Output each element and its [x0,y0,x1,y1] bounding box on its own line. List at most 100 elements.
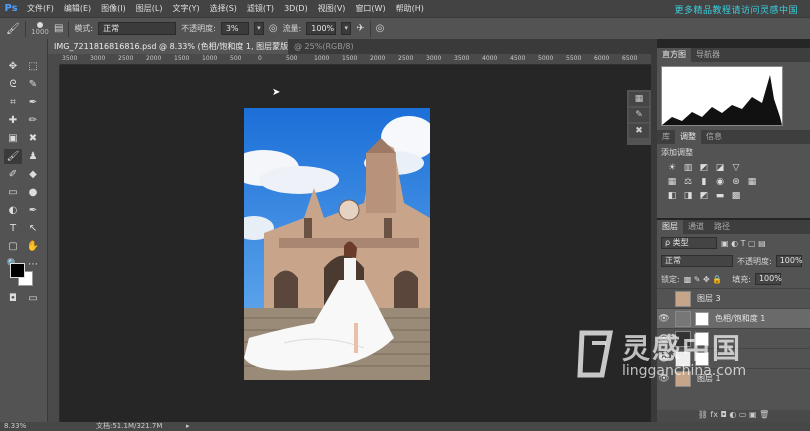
tab-channels[interactable]: 通道 [683,220,709,234]
dodge-tool-icon[interactable]: ◐ [4,203,22,218]
channel-mixer-icon[interactable]: ⊛ [731,177,741,187]
brush-panel-icon[interactable]: ▤ [54,23,63,34]
layer-mask-thumbnail[interactable] [695,311,709,326]
brush-tool-icon[interactable]: 🖌 [6,22,20,35]
vibrance-icon[interactable]: ▽ [731,163,741,173]
tab-navigator[interactable]: 导航器 [691,48,725,62]
move-tool-icon[interactable]: ✥ [4,59,22,74]
blend-mode-select[interactable]: 正常 [661,255,733,267]
zoom-level[interactable]: 8.33% [4,422,26,431]
screen-mode-icon[interactable]: ▭ [24,291,42,306]
adjust-row-1: ☀ ▥ ◩ ◪ ▽ [657,161,810,175]
ruler-tick: 2000 [370,55,386,62]
gradient-map-icon[interactable]: ▬ [715,191,725,201]
menu-filter[interactable]: 滤镜(T) [242,3,279,14]
menu-edit[interactable]: 编辑(E) [59,3,96,14]
extra-tool-icon[interactable]: ⋯ [24,257,42,272]
hue-sat-icon[interactable]: ▦ [667,177,677,187]
menu-file[interactable]: 文件(F) [22,3,59,14]
foreground-color-swatch[interactable] [10,263,25,278]
gradient-tool-icon[interactable]: ▭ [4,185,22,200]
tab-paths[interactable]: 路径 [709,220,735,234]
opacity-input[interactable]: 3% [220,22,249,35]
fill-input[interactable]: 100% [754,273,782,285]
layer-kind-filter[interactable]: ρ 类型 [661,237,717,249]
type-tool-icon[interactable]: T [4,221,22,236]
invert-icon[interactable]: ◧ [667,191,677,201]
quick-mask-icon[interactable]: ◘ [4,291,22,306]
lock-icons[interactable]: ▩ ✎ ✥ 🔒 [684,275,723,284]
pen-tool-icon[interactable]: ✒ [24,203,42,218]
hand-tool-icon[interactable]: ✋ [24,239,42,254]
tab-adjustments[interactable]: 调整 [675,130,701,144]
ruler-tick: 6000 [594,55,610,62]
levels-icon[interactable]: ▥ [683,163,693,173]
marquee-tool-icon[interactable]: ⬚ [24,59,42,74]
filter-icons[interactable]: ▣ ◐ T ▢ ▤ [721,239,766,248]
document-tab-active[interactable]: IMG_7211816816816.psd @ 8.33% (色相/饱和度 1,… [48,39,288,54]
eraser-tool-icon[interactable]: ◆ [24,167,42,182]
menu-3d[interactable]: 3D(D) [279,4,313,13]
pressure-size-icon[interactable]: ◎ [376,23,385,34]
eye-icon[interactable]: 👁 [657,314,671,324]
tool-presets-icon[interactable]: ✖ [629,124,649,138]
healing-tool-icon[interactable]: ✚ [4,113,22,128]
stamp2-tool-icon[interactable]: ♟ [24,149,42,164]
tab-histogram[interactable]: 直方图 [657,48,691,62]
document-tab-inactive[interactable]: @ 25%(RGB/8) [288,39,398,54]
lasso-tool-icon[interactable]: ᘓ [4,77,22,92]
menu-image[interactable]: 图像(I) [96,3,131,14]
tab-info[interactable]: 信息 [701,130,727,144]
watermark-url: lingganchina.com [622,363,747,379]
adjust-row-3: ◧ ◨ ◩ ▬ ▩ [657,189,810,203]
exposure-icon[interactable]: ◪ [715,163,725,173]
pressure-opacity-icon[interactable]: ◎ [269,23,278,34]
airbrush-icon[interactable]: ✈ [356,23,364,34]
pencil-tool-icon[interactable]: ✏ [24,113,42,128]
path-select-tool-icon[interactable]: ↖ [24,221,42,236]
color-balance-icon[interactable]: ⚖ [683,177,693,187]
threshold-icon[interactable]: ◩ [699,191,709,201]
quick-select-tool-icon[interactable]: ✎ [24,77,42,92]
tab-library[interactable]: 库 [657,130,675,144]
status-arrow-icon[interactable]: ▸ [186,422,190,431]
ruler-tick: 0 [258,55,262,62]
ruler-tick: 2500 [398,55,414,62]
adjustments-panel: 库 调整 信息 添加调整 ☀ ▥ ◩ ◪ ▽ ▦ ⚖ ▮ ◉ ⊛ ▦ ◧ ◨ ◩… [657,130,810,218]
menu-window[interactable]: 窗口(W) [350,3,390,14]
bw-icon[interactable]: ▮ [699,177,709,187]
ruler-tick: 5500 [566,55,582,62]
art-brush-tool-icon[interactable]: ✐ [4,167,22,182]
layer-footer-icons[interactable]: ⛓ fx ◘ ◐ ▭ ▣ 🗑 [657,410,810,422]
menu-help[interactable]: 帮助(H) [391,3,429,14]
opacity-dropdown[interactable]: ▾ [253,22,264,35]
menu-type[interactable]: 文字(Y) [167,3,204,14]
layer-opacity-input[interactable]: 100% [775,255,803,267]
stamp-tool-icon[interactable]: ▣ [4,131,22,146]
posterize-icon[interactable]: ◨ [683,191,693,201]
color-lookup-icon[interactable]: ▦ [747,177,757,187]
menu-view[interactable]: 视图(V) [313,3,351,14]
history-panel-icon[interactable]: ▦ [629,92,649,106]
layer-row[interactable]: 图层 3 [657,288,810,308]
tab-layers[interactable]: 图层 [657,220,683,234]
selective-color-icon[interactable]: ▩ [731,191,741,201]
curves-icon[interactable]: ◩ [699,163,709,173]
layer-name: 图层 3 [697,294,721,303]
brush-preset-picker[interactable]: 1000 [31,21,49,36]
shape-tool-icon[interactable]: ▢ [4,239,22,254]
mode-select[interactable]: 正常 [98,22,177,35]
brightness-icon[interactable]: ☀ [667,163,677,173]
canvas-area[interactable]: ➤ [60,65,651,422]
flow-dropdown[interactable]: ▾ [341,22,352,35]
flow-input[interactable]: 100% [306,22,337,35]
photo-filter-icon[interactable]: ◉ [715,177,725,187]
blur-tool-icon[interactable]: ● [24,185,42,200]
crop-tool-icon[interactable]: ⌗ [4,95,22,110]
menu-layer[interactable]: 图层(L) [131,3,168,14]
eyedropper-tool-icon[interactable]: ✒ [24,95,42,110]
history-brush-tool-icon[interactable]: ✖ [24,131,42,146]
brush-tool-active-icon[interactable]: 🖌 [4,149,22,164]
actions-panel-icon[interactable]: ✎ [629,108,649,122]
menu-select[interactable]: 选择(S) [205,3,242,14]
